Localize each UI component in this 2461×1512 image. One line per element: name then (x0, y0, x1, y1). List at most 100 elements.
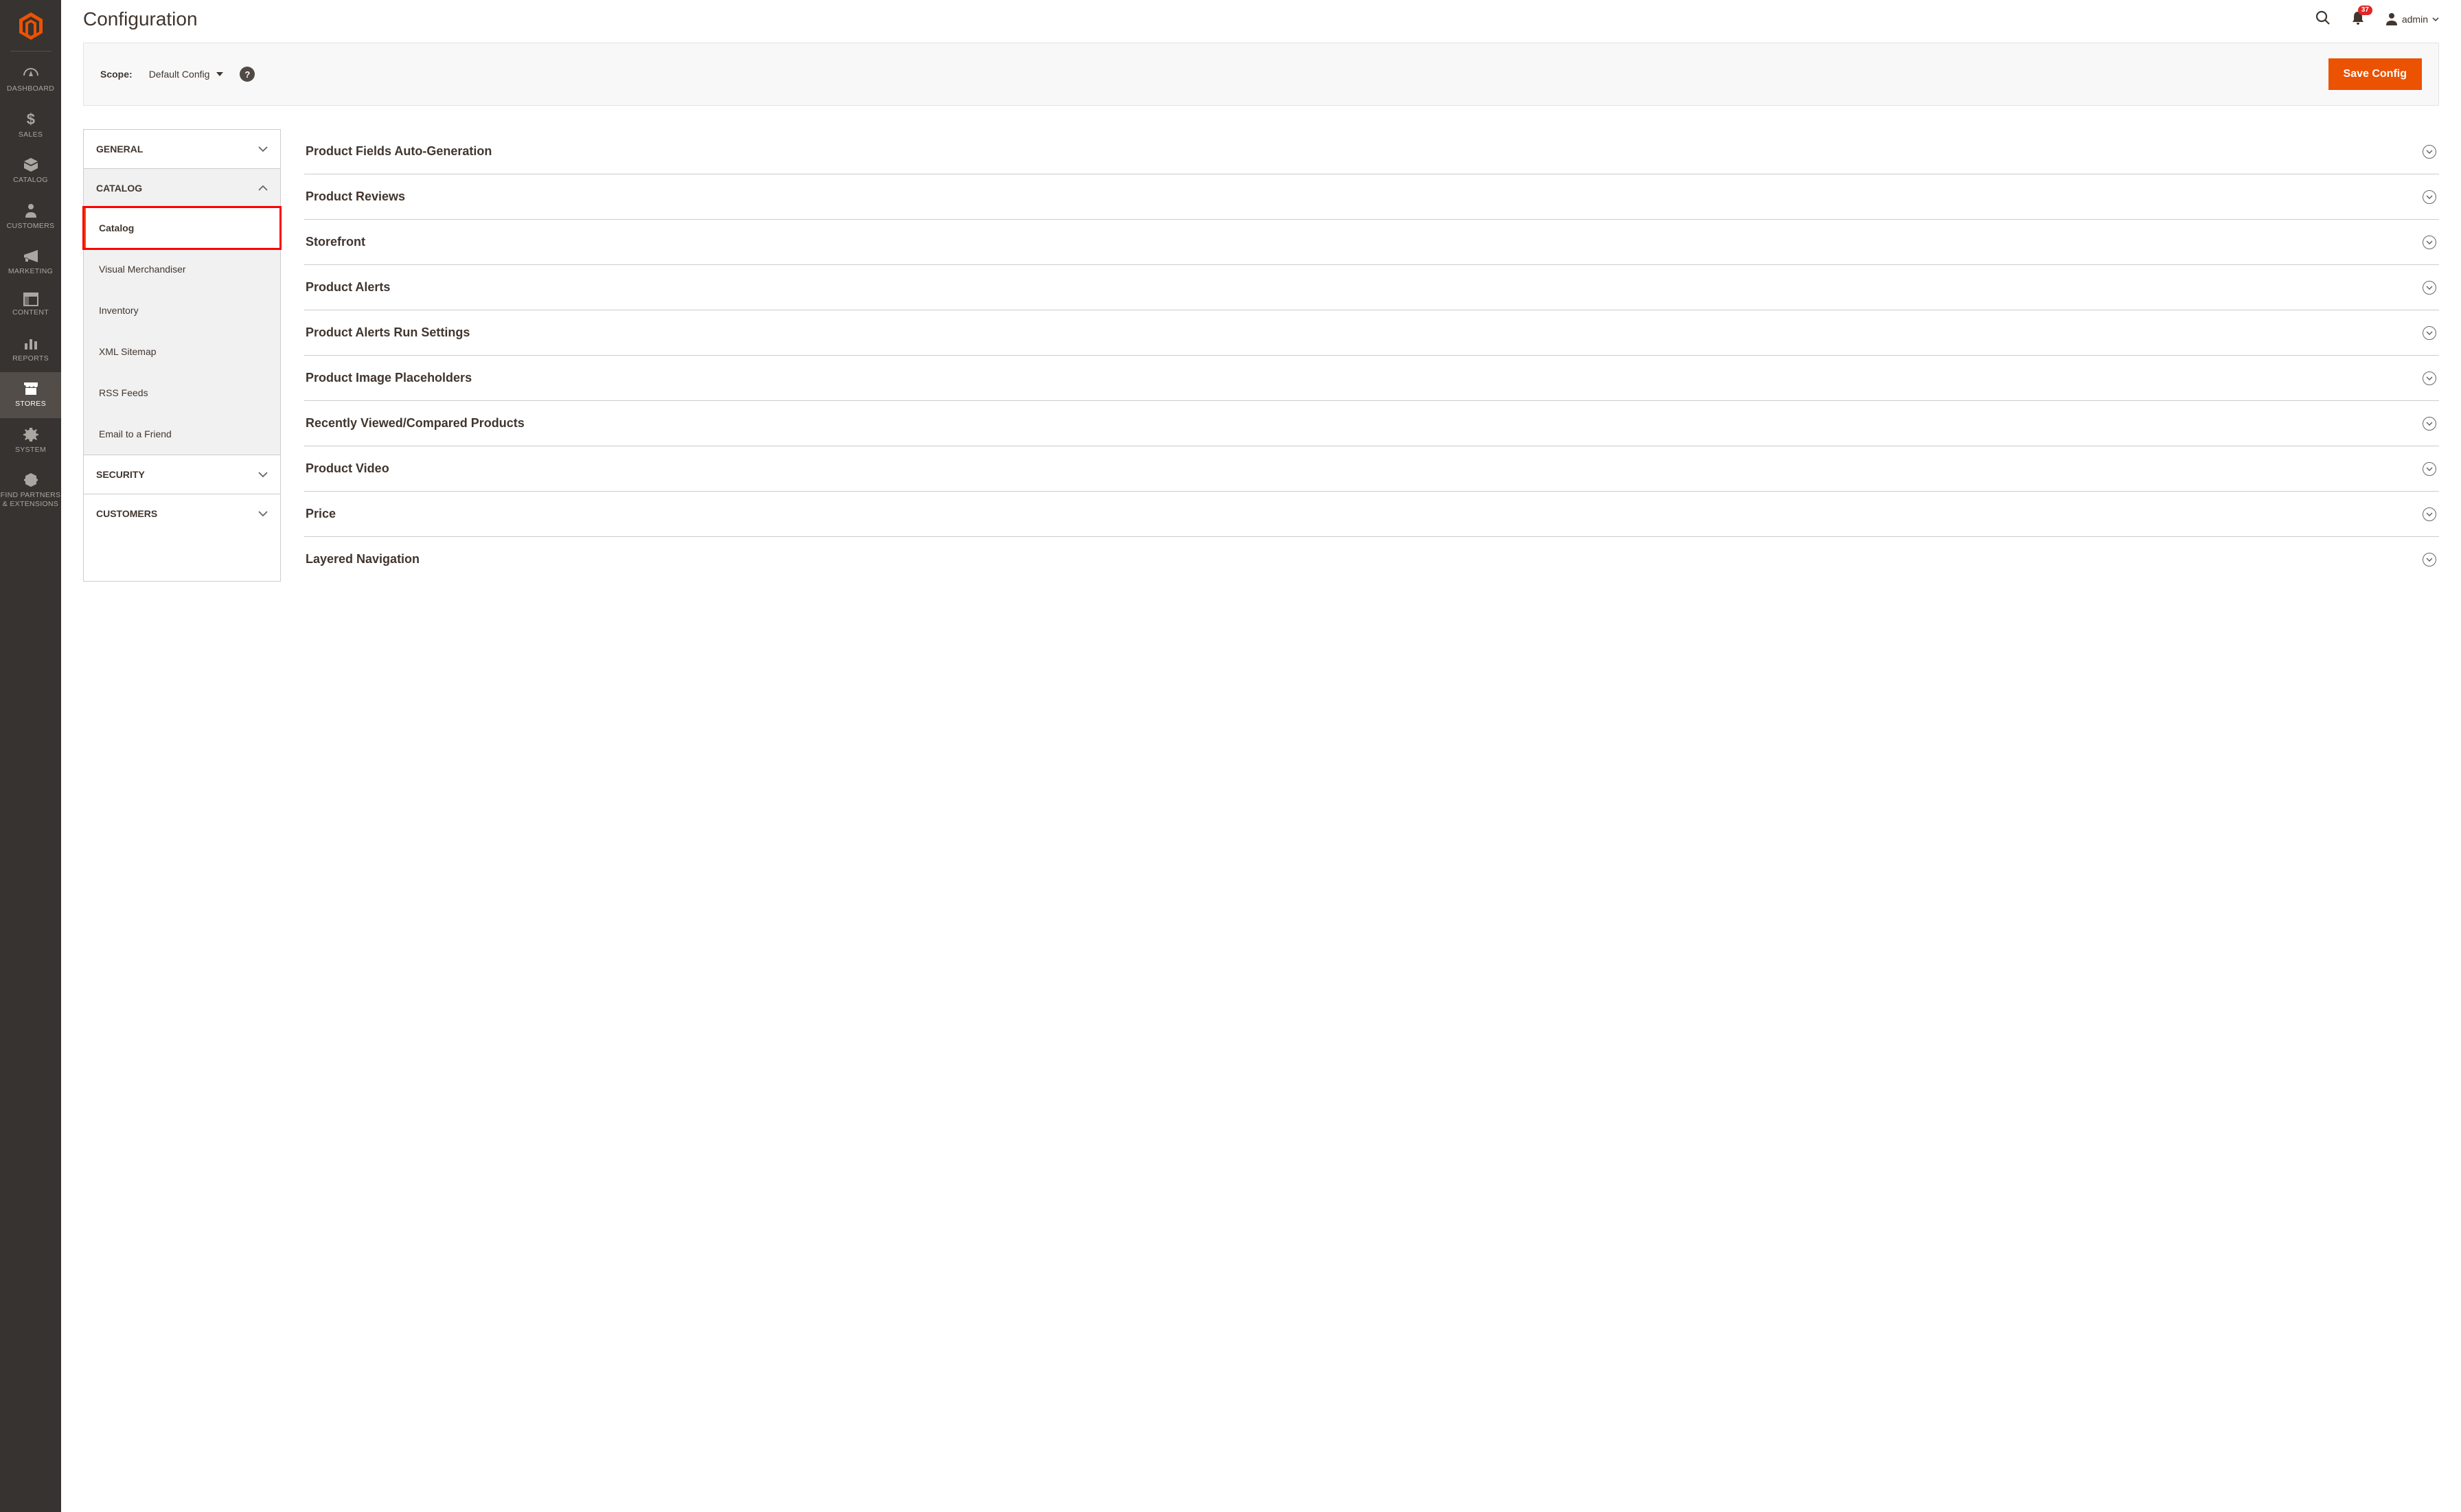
nav-label: DASHBOARD (0, 84, 61, 93)
expand-circle-icon (2423, 326, 2436, 340)
panel-product-alerts-run-settings[interactable]: Product Alerts Run Settings (304, 310, 2439, 356)
nav-label: SALES (0, 130, 61, 139)
notifications-button[interactable]: 37 (2351, 10, 2365, 29)
expand-circle-icon (2423, 236, 2436, 249)
panel-title: Product Video (306, 461, 389, 476)
nav-reports[interactable]: REPORTS (0, 327, 61, 373)
config-sub-visual-merchandiser[interactable]: Visual Merchandiser (84, 249, 280, 290)
save-config-button[interactable]: Save Config (2328, 58, 2422, 90)
nav-marketing[interactable]: MARKETING (0, 240, 61, 286)
panel-product-fields-auto-generation[interactable]: Product Fields Auto-Generation (304, 129, 2439, 174)
panel-title: Storefront (306, 235, 365, 249)
panel-price[interactable]: Price (304, 492, 2439, 537)
nav-label: SYSTEM (0, 446, 61, 455)
sub-item-label: Email to a Friend (99, 428, 172, 439)
dollar-icon: $ (0, 110, 61, 129)
section-label: CUSTOMERS (96, 508, 157, 519)
search-icon[interactable] (2315, 10, 2331, 29)
magento-logo[interactable] (19, 0, 43, 45)
nav-label: STORES (0, 400, 61, 409)
expand-circle-icon (2423, 507, 2436, 521)
caret-down-icon (216, 72, 223, 76)
expand-circle-icon (2423, 417, 2436, 431)
config-sub-catalog[interactable]: Catalog (84, 207, 280, 249)
help-icon[interactable]: ? (240, 67, 255, 82)
expand-circle-icon (2423, 462, 2436, 476)
config-section-catalog: CATALOG Catalog Visual Merchandiser Inve… (84, 169, 280, 455)
section-label: GENERAL (96, 144, 143, 154)
config-sub-rss-feeds[interactable]: RSS Feeds (84, 372, 280, 413)
scope-label: Scope: (100, 69, 133, 80)
svg-text:$: $ (26, 111, 35, 128)
panel-product-video[interactable]: Product Video (304, 446, 2439, 492)
nav-partners[interactable]: FIND PARTNERS & EXTENSIONS (0, 463, 61, 518)
config-sub-email-friend[interactable]: Email to a Friend (84, 413, 280, 455)
username: admin (2402, 14, 2428, 25)
panel-storefront[interactable]: Storefront (304, 220, 2439, 265)
nav-label: FIND PARTNERS & EXTENSIONS (0, 491, 61, 508)
nav-content[interactable]: CONTENT (0, 286, 61, 327)
chevron-down-icon (258, 472, 268, 477)
config-sub-xml-sitemap[interactable]: XML Sitemap (84, 331, 280, 372)
page-header: Configuration 37 admin (83, 0, 2439, 43)
gear-icon (0, 425, 61, 444)
nav-label: CONTENT (0, 308, 61, 317)
nav-catalog[interactable]: CATALOG (0, 148, 61, 194)
chevron-up-icon (258, 185, 268, 191)
chevron-down-icon (258, 511, 268, 516)
nav-label: REPORTS (0, 354, 61, 363)
section-label: CATALOG (96, 183, 142, 194)
scope-select[interactable]: Default Config (149, 69, 224, 80)
bars-icon (0, 334, 61, 353)
user-menu[interactable]: admin (2385, 12, 2439, 26)
scope-bar: Scope: Default Config ? Save Config (83, 43, 2439, 106)
nav-stores[interactable]: STORES (0, 372, 61, 418)
expand-circle-icon (2423, 371, 2436, 385)
panel-title: Price (306, 507, 336, 521)
expand-circle-icon (2423, 553, 2436, 566)
sub-item-label: RSS Feeds (99, 387, 148, 398)
config-section-security: SECURITY (84, 455, 280, 494)
main-content: Configuration 37 admin Scope: Default Co… (61, 0, 2461, 1512)
nav-sales[interactable]: $ SALES (0, 103, 61, 149)
nav-customers[interactable]: CUSTOMERS (0, 194, 61, 240)
scope-left: Scope: Default Config ? (100, 67, 255, 82)
storefront-icon (0, 379, 61, 398)
nav-system[interactable]: SYSTEM (0, 418, 61, 464)
config-nav: GENERAL CATALOG Catalog Visual Merchandi… (83, 129, 281, 582)
expand-circle-icon (2423, 145, 2436, 159)
panel-recently-viewed-compared[interactable]: Recently Viewed/Compared Products (304, 401, 2439, 446)
person-icon (0, 201, 61, 220)
config-subnav-catalog: Catalog Visual Merchandiser Inventory XM… (84, 207, 280, 455)
config-section-customers: CUSTOMERS (84, 494, 280, 533)
config-sub-inventory[interactable]: Inventory (84, 290, 280, 331)
panel-title: Product Image Placeholders (306, 371, 472, 385)
expand-circle-icon (2423, 190, 2436, 204)
config-section-header-general[interactable]: GENERAL (84, 130, 280, 168)
cube-icon (0, 155, 61, 174)
panel-product-alerts[interactable]: Product Alerts (304, 265, 2439, 310)
config-section-header-customers[interactable]: CUSTOMERS (84, 494, 280, 533)
panel-product-image-placeholders[interactable]: Product Image Placeholders (304, 356, 2439, 401)
config-section-header-catalog[interactable]: CATALOG (84, 169, 280, 207)
config-columns: GENERAL CATALOG Catalog Visual Merchandi… (83, 129, 2439, 582)
megaphone-icon (0, 247, 61, 266)
puzzle-icon (0, 470, 61, 490)
chevron-down-icon (258, 146, 268, 152)
user-icon (2385, 12, 2398, 26)
admin-sidebar: DASHBOARD $ SALES CATALOG CUSTOMERS MARK… (0, 0, 61, 1512)
nav-label: CATALOG (0, 176, 61, 185)
sub-item-label: Catalog (99, 222, 134, 233)
panel-title: Product Reviews (306, 190, 405, 204)
gauge-icon (0, 64, 61, 83)
chevron-down-icon (2432, 17, 2439, 21)
config-section-header-security[interactable]: SECURITY (84, 455, 280, 494)
panel-title: Recently Viewed/Compared Products (306, 416, 525, 431)
page-title: Configuration (83, 8, 198, 30)
sub-item-label: Inventory (99, 305, 139, 316)
panel-title: Layered Navigation (306, 552, 420, 566)
notification-count: 37 (2358, 5, 2372, 15)
panel-product-reviews[interactable]: Product Reviews (304, 174, 2439, 220)
nav-dashboard[interactable]: DASHBOARD (0, 57, 61, 103)
panel-layered-navigation[interactable]: Layered Navigation (304, 537, 2439, 582)
